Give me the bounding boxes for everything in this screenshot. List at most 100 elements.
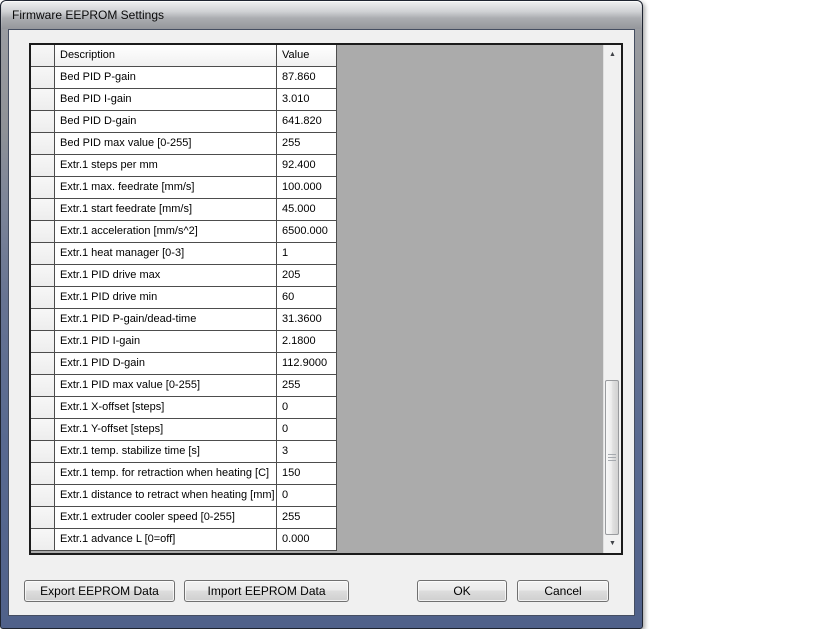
table-row: Extr.1 extruder cooler speed [0-255]255 [31, 507, 337, 529]
row-header-cell[interactable] [31, 221, 55, 243]
description-cell[interactable]: Extr.1 PID max value [0-255] [55, 375, 277, 397]
table-row: Extr.1 temp. stabilize time [s]3 [31, 441, 337, 463]
scroll-up-button[interactable]: ▲ [604, 46, 621, 63]
row-header-cell[interactable] [31, 265, 55, 287]
table-row: Bed PID I-gain3.010 [31, 89, 337, 111]
table-row: Extr.1 PID I-gain2.1800 [31, 331, 337, 353]
value-cell[interactable]: 0 [277, 485, 337, 507]
description-cell[interactable]: Extr.1 max. feedrate [mm/s] [55, 177, 277, 199]
description-cell[interactable]: Extr.1 Y-offset [steps] [55, 419, 277, 441]
value-cell[interactable]: 0.000 [277, 529, 337, 551]
row-header-cell[interactable] [31, 133, 55, 155]
table-row: Extr.1 max. feedrate [mm/s]100.000 [31, 177, 337, 199]
description-cell[interactable]: Bed PID D-gain [55, 111, 277, 133]
row-header-cell[interactable] [31, 507, 55, 529]
description-cell[interactable]: Extr.1 temp. for retraction when heating… [55, 463, 277, 485]
row-header-cell[interactable] [31, 397, 55, 419]
value-cell[interactable]: 255 [277, 375, 337, 397]
description-cell[interactable]: Extr.1 steps per mm [55, 155, 277, 177]
column-header-description[interactable]: Description [55, 45, 277, 67]
value-cell[interactable]: 3 [277, 441, 337, 463]
description-cell[interactable]: Extr.1 start feedrate [mm/s] [55, 199, 277, 221]
description-cell[interactable]: Bed PID I-gain [55, 89, 277, 111]
vertical-scrollbar[interactable]: ▲ ▼ [603, 45, 621, 553]
value-cell[interactable]: 2.1800 [277, 331, 337, 353]
description-cell[interactable]: Extr.1 PID I-gain [55, 331, 277, 353]
row-header-cell[interactable] [31, 67, 55, 89]
table-row: Extr.1 PID drive min60 [31, 287, 337, 309]
row-header-cell[interactable] [31, 331, 55, 353]
scroll-down-icon: ▼ [609, 540, 616, 547]
value-cell[interactable]: 92.400 [277, 155, 337, 177]
row-header-cell[interactable] [31, 177, 55, 199]
table-row: Extr.1 distance to retract when heating … [31, 485, 337, 507]
row-header-cell[interactable] [31, 89, 55, 111]
value-cell[interactable]: 112.9000 [277, 353, 337, 375]
description-cell[interactable]: Bed PID P-gain [55, 67, 277, 89]
description-cell[interactable]: Extr.1 temp. stabilize time [s] [55, 441, 277, 463]
row-header-cell[interactable] [31, 441, 55, 463]
value-cell[interactable]: 641.820 [277, 111, 337, 133]
scrollbar-thumb[interactable] [605, 380, 619, 535]
grid-rows: Bed PID P-gain87.860Bed PID I-gain3.010B… [31, 67, 337, 551]
value-cell[interactable]: 255 [277, 507, 337, 529]
row-header-cell[interactable] [31, 155, 55, 177]
value-cell[interactable]: 60 [277, 287, 337, 309]
value-cell[interactable]: 45.000 [277, 199, 337, 221]
row-header-cell[interactable] [31, 287, 55, 309]
row-header-cell[interactable] [31, 375, 55, 397]
value-cell[interactable]: 150 [277, 463, 337, 485]
table-row: Extr.1 heat manager [0-3]1 [31, 243, 337, 265]
scrollbar-grip-icon [608, 454, 616, 462]
value-cell[interactable]: 3.010 [277, 89, 337, 111]
table-row: Bed PID P-gain87.860 [31, 67, 337, 89]
description-cell[interactable]: Extr.1 PID D-gain [55, 353, 277, 375]
firmware-eeprom-settings-window: Firmware EEPROM Settings Description Val… [0, 0, 643, 629]
export-eeprom-button[interactable]: Export EEPROM Data [24, 580, 175, 602]
row-header-cell[interactable] [31, 111, 55, 133]
description-cell[interactable]: Extr.1 heat manager [0-3] [55, 243, 277, 265]
description-cell[interactable]: Extr.1 extruder cooler speed [0-255] [55, 507, 277, 529]
grid-header-row: Description Value [31, 45, 337, 67]
row-header-cell[interactable] [31, 309, 55, 331]
table-row: Extr.1 X-offset [steps]0 [31, 397, 337, 419]
value-cell[interactable]: 0 [277, 419, 337, 441]
value-cell[interactable]: 6500.000 [277, 221, 337, 243]
row-header-cell[interactable] [31, 529, 55, 551]
row-header-cell[interactable] [31, 199, 55, 221]
table-row: Extr.1 acceleration [mm/s^2]6500.000 [31, 221, 337, 243]
column-header-value[interactable]: Value [277, 45, 337, 67]
value-cell[interactable]: 100.000 [277, 177, 337, 199]
description-cell[interactable]: Extr.1 PID drive max [55, 265, 277, 287]
scroll-down-button[interactable]: ▼ [604, 535, 621, 552]
grid-corner-cell[interactable] [31, 45, 55, 67]
value-cell[interactable]: 0 [277, 397, 337, 419]
description-cell[interactable]: Extr.1 distance to retract when heating … [55, 485, 277, 507]
row-header-cell[interactable] [31, 463, 55, 485]
description-cell[interactable]: Extr.1 PID P-gain/dead-time [55, 309, 277, 331]
description-cell[interactable]: Extr.1 X-offset [steps] [55, 397, 277, 419]
table-row: Extr.1 PID D-gain112.9000 [31, 353, 337, 375]
value-cell[interactable]: 205 [277, 265, 337, 287]
table-row: Extr.1 start feedrate [mm/s]45.000 [31, 199, 337, 221]
row-header-cell[interactable] [31, 485, 55, 507]
value-cell[interactable]: 255 [277, 133, 337, 155]
table-row: Extr.1 PID P-gain/dead-time31.3600 [31, 309, 337, 331]
import-eeprom-button[interactable]: Import EEPROM Data [184, 580, 349, 602]
value-cell[interactable]: 31.3600 [277, 309, 337, 331]
description-cell[interactable]: Bed PID max value [0-255] [55, 133, 277, 155]
row-header-cell[interactable] [31, 419, 55, 441]
window-titlebar[interactable]: Firmware EEPROM Settings [2, 1, 641, 29]
table-row: Extr.1 advance L [0=off]0.000 [31, 529, 337, 551]
row-header-cell[interactable] [31, 243, 55, 265]
description-cell[interactable]: Extr.1 acceleration [mm/s^2] [55, 221, 277, 243]
table-row: Bed PID max value [0-255]255 [31, 133, 337, 155]
row-header-cell[interactable] [31, 353, 55, 375]
description-cell[interactable]: Extr.1 PID drive min [55, 287, 277, 309]
description-cell[interactable]: Extr.1 advance L [0=off] [55, 529, 277, 551]
cancel-button[interactable]: Cancel [517, 580, 609, 602]
table-row: Bed PID D-gain641.820 [31, 111, 337, 133]
ok-button[interactable]: OK [417, 580, 507, 602]
value-cell[interactable]: 1 [277, 243, 337, 265]
value-cell[interactable]: 87.860 [277, 67, 337, 89]
